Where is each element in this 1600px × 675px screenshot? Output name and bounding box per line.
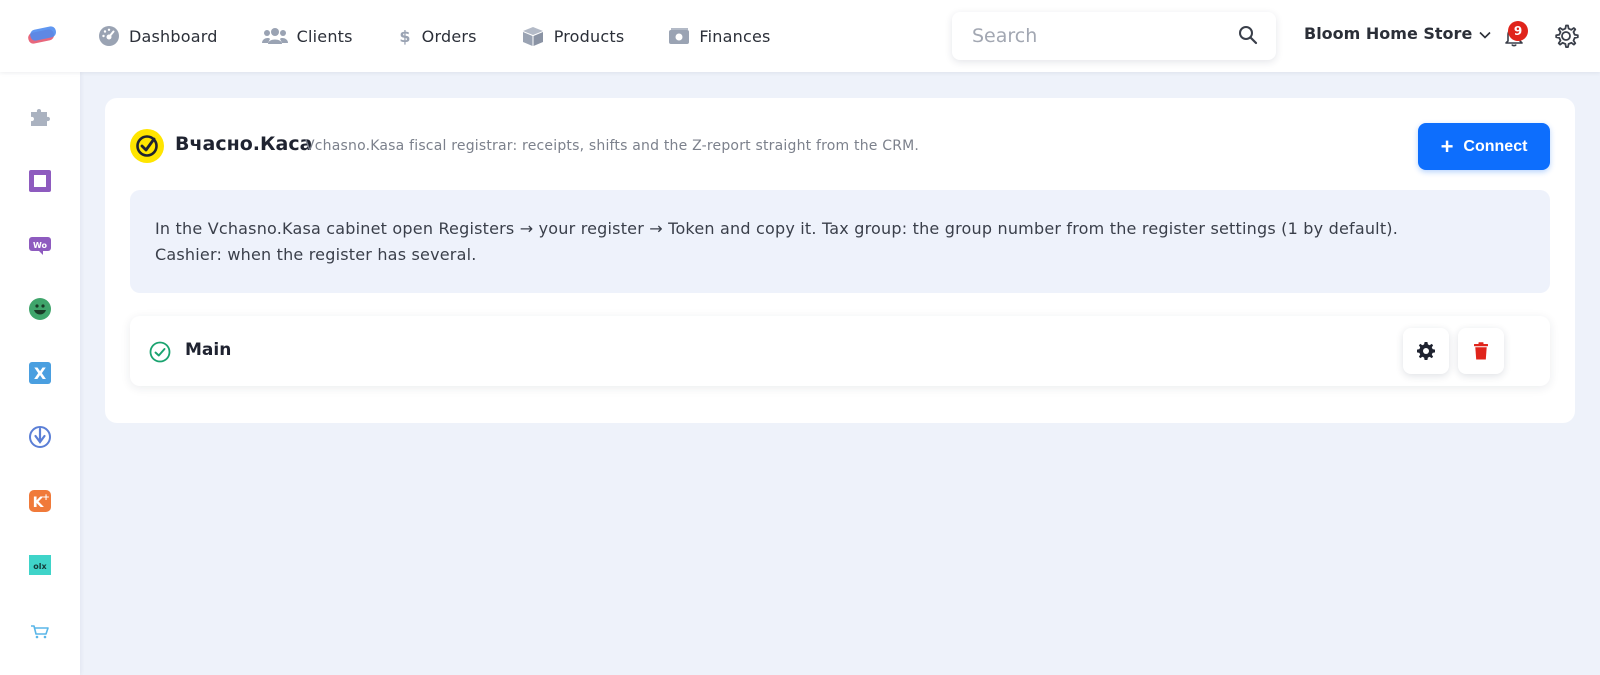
x-app-icon[interactable]: X <box>27 360 53 386</box>
plus-icon: + <box>1440 133 1454 159</box>
olx-icon[interactable]: olx <box>27 552 53 578</box>
search-input[interactable] <box>952 25 1222 47</box>
vchasno-kasa-logo-icon <box>130 129 164 163</box>
box-icon <box>522 27 543 46</box>
nav-label-products: Products <box>553 26 625 46</box>
dashboard-icon <box>99 26 119 46</box>
register-row: Main <box>130 316 1550 386</box>
instructions-line-1: In the Vchasno.Kasa cabinet open Registe… <box>155 219 1399 238</box>
nav-item-orders[interactable]: $ Orders <box>397 25 477 47</box>
integrations-sidebar: Wo X K + olx <box>0 72 80 675</box>
search-box <box>952 12 1276 60</box>
integration-title: Вчасно.Каса <box>175 133 313 155</box>
instructions-box: In the Vchasno.Kasa cabinet open Registe… <box>130 190 1550 293</box>
arrow-circle-app-icon[interactable] <box>27 424 53 450</box>
gear-icon[interactable] <box>1553 23 1579 49</box>
main-nav: Dashboard Clients $ Orders Products Fina… <box>98 0 815 72</box>
users-icon <box>261 28 288 44</box>
connect-button[interactable]: + Connect <box>1418 123 1550 170</box>
register-name: Main <box>185 340 232 360</box>
svg-text:X: X <box>34 364 47 383</box>
gear-icon <box>1417 342 1435 360</box>
nav-label-finances: Finances <box>699 26 771 46</box>
nav-label-clients: Clients <box>296 26 353 46</box>
register-delete-button[interactable] <box>1458 328 1504 374</box>
connect-button-label: Connect <box>1463 137 1528 155</box>
store-selector[interactable]: Bloom Home Store <box>1304 24 1492 43</box>
store-name: Bloom Home Store <box>1304 24 1473 43</box>
integration-card: Вчасно.Каса Vchasno.Kasa fiscal registra… <box>105 98 1575 423</box>
svg-text:Wo: Wo <box>33 241 48 250</box>
cart-icon[interactable] <box>27 618 53 644</box>
nav-label-orders: Orders <box>421 26 477 46</box>
trash-icon <box>1474 342 1488 360</box>
svg-text:olx: olx <box>33 562 47 571</box>
notification-badge: 9 <box>1508 21 1528 41</box>
nav-item-finances[interactable]: Finances <box>668 25 770 47</box>
top-bar: Dashboard Clients $ Orders Products Fina… <box>0 0 1600 72</box>
smile-app-icon[interactable] <box>27 296 53 322</box>
puzzle-icon[interactable] <box>27 104 53 130</box>
woo-icon[interactable]: Wo <box>27 232 53 258</box>
chevron-down-icon <box>1479 31 1491 39</box>
svg-text:+: + <box>42 493 50 503</box>
register-settings-button[interactable] <box>1403 328 1449 374</box>
money-icon <box>669 28 690 44</box>
k-plus-app-icon[interactable]: K + <box>27 488 53 514</box>
nav-item-dashboard[interactable]: Dashboard <box>98 25 218 47</box>
svg-text:$: $ <box>399 27 410 46</box>
app-logo-icon[interactable] <box>26 24 58 46</box>
search-icon[interactable] <box>1238 25 1258 45</box>
integration-subtitle: Vchasno.Kasa fiscal registrar: receipts,… <box>305 138 920 154</box>
check-circle-icon <box>149 341 171 363</box>
instructions-line-2: Cashier: when the register has several. <box>155 245 477 264</box>
nav-label-dashboard: Dashboard <box>129 26 218 46</box>
nav-item-products[interactable]: Products <box>521 25 625 47</box>
nav-item-clients[interactable]: Clients <box>261 25 353 47</box>
square-app-icon[interactable] <box>27 168 53 194</box>
dollar-icon: $ <box>399 27 410 46</box>
